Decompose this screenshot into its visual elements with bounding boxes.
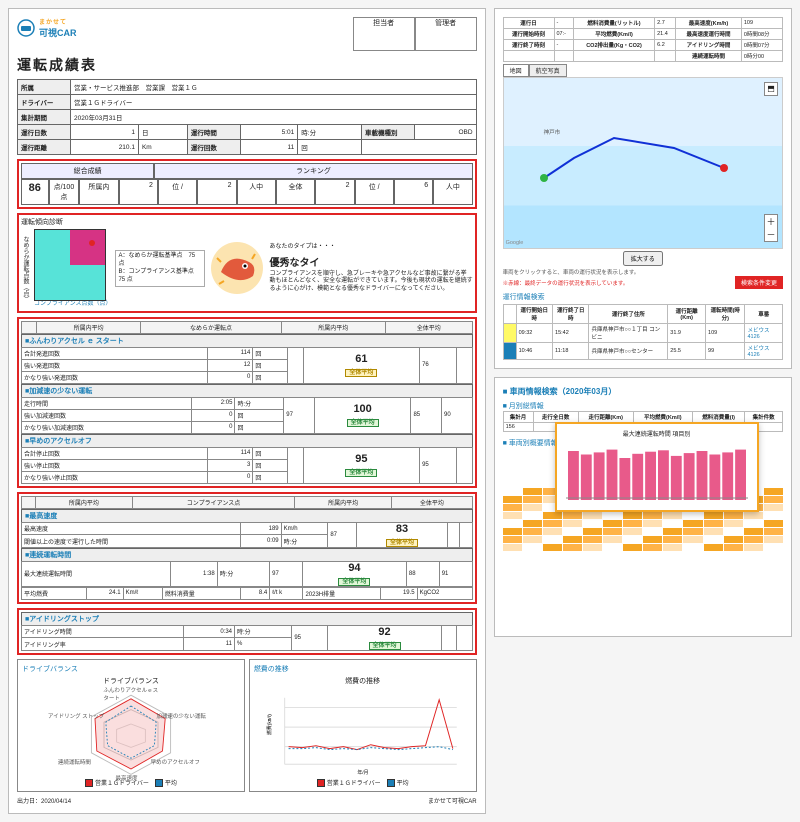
compass-icon[interactable]: ⬒ (764, 82, 778, 96)
eco-frame: ■アイドリングストップ アイドリング時間0:34時:分 95 92全体平均 アイ… (17, 608, 477, 655)
diagnosis-frame: 運転傾向診断 なめらか運転点数（点） コンプライアンス点数（点） A：なめらか運… (17, 213, 477, 313)
score-ranking-frame: 総合成績 ランキング 86点/100点 所属内2位 /2人中 全体2位 /6人中 (17, 159, 477, 209)
drive-balance-chart: ドライブバランス ドライブバランス ふんわりアクセルｅスタート 加減速の少ない運… (17, 659, 245, 792)
quadrant-chart (34, 229, 106, 301)
trip-stats-table: 運行日-燃料消費量(リットル)2.7最高速度(Km/h)109 運行開始時刻07… (503, 17, 783, 62)
tab-satellite[interactable]: 航空写真 (529, 64, 567, 77)
report-title: ■ 車両情報検索（2020年03月） (503, 386, 783, 397)
page-title: 運転成績表 (17, 55, 477, 75)
stamp-tantou: 担当者 (353, 17, 415, 51)
trip-search-link[interactable]: 運行情報検索 (503, 292, 783, 302)
change-search-button[interactable]: 検索条件変更 (735, 276, 783, 289)
vehicle-report-panel: ■ 車両情報検索（2020年03月） ■ 月別総情報 集計月走行全日数走行距離(… (494, 377, 792, 637)
profile-table: 所属営業・サービス推進部 営業課 営業１Ｇ ドライバー営業１Ｇドライバー 集計期… (17, 79, 477, 155)
app-logo: まかせて可視CAR (17, 17, 77, 39)
map-panel: 運行日-燃料消費量(リットル)2.7最高速度(Km/h)109 運行開始時刻07… (494, 8, 792, 369)
zoom-in-button[interactable]: 拡大する (623, 251, 663, 266)
diagnosis-title: 運転傾向診断 (21, 217, 473, 227)
svg-text:年/月: 年/月 (357, 769, 368, 776)
driver-type: 優秀なタイ (269, 254, 472, 269)
trip-result-table: 運行開始日時運行終了日時運行終了住所運行距離(Km)運転時間(時分)車番 09:… (503, 304, 783, 360)
svg-text:燃費(㎞/ℓ): 燃費(㎞/ℓ) (266, 714, 273, 735)
route-map[interactable]: 神戸市 ⬒ ＋－ Google (503, 77, 783, 249)
tab-map[interactable]: 地図 (503, 64, 529, 77)
driving-report: まかせて可視CAR 担当者 管理者 運転成績表 所属営業・サービス推進部 営業課… (8, 8, 486, 814)
popup-bar-chart: 最大連続運転時間 項目別 (555, 422, 759, 512)
car-icon (17, 19, 35, 37)
sea-bream-icon (209, 240, 265, 298)
smooth-drive-frame: 所属内平均なめらか運転点所属内平均全体平均 ■ふんわりアクセル ｅ スタート 合… (17, 317, 477, 488)
fuel-trend-chart: 燃費の推移 燃費の推移 燃費(㎞/ℓ) 年/月 営業１Ｇドライバー 平均 (249, 659, 477, 792)
compliance-frame: 所属内平均コンプライアンス点所属内平均全体平均 ■最高速度 最高速度189Km/… (17, 492, 477, 604)
table-row: 09:3215:42兵庫県神戸市○○１丁目 コンビニ31.9109メビウス412… (503, 324, 782, 343)
table-row: 10:4611:18兵庫県神戸市○○センター25.599メビウス4126 (503, 343, 782, 360)
stamp-kanri: 管理者 (415, 17, 477, 51)
zoom-controls[interactable]: ＋－ (764, 214, 778, 242)
